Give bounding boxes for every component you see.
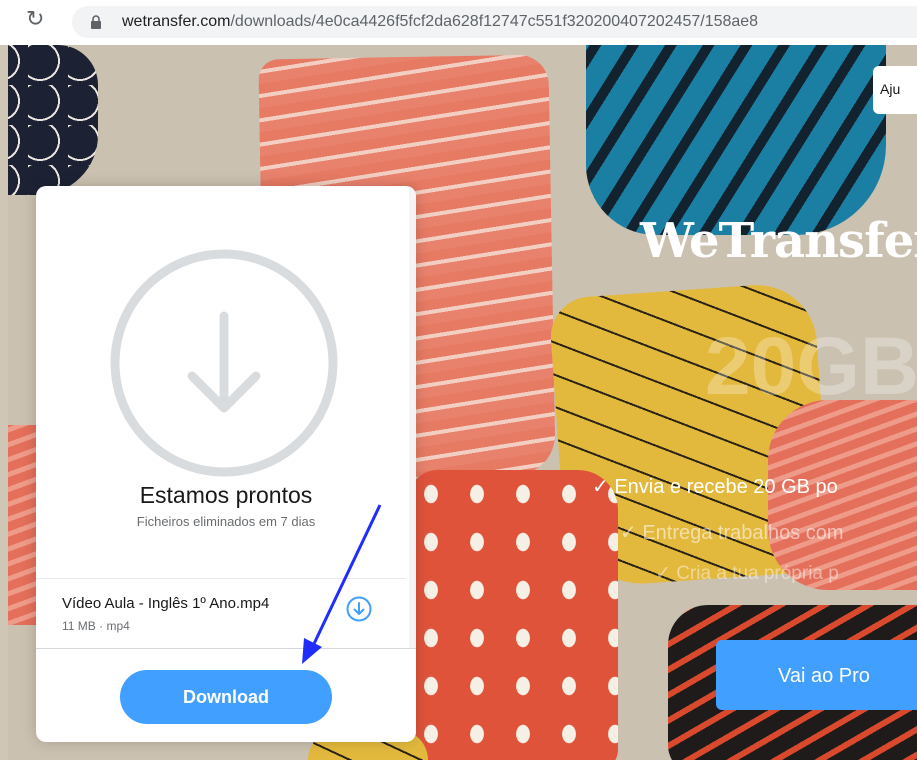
wetransfer-logo: WeTransfer	[640, 213, 917, 269]
art-red-dots	[408, 470, 618, 760]
promo-bullet-1: ✓ Envia e recebe 20 GB po	[592, 476, 838, 498]
file-meta: 11 MB · mp4	[62, 619, 130, 633]
promo-big-text: 20GB	[705, 321, 917, 412]
help-button[interactable]: Aju	[873, 66, 917, 114]
download-panel: Estamos prontos Ficheiros eliminados em …	[36, 186, 416, 742]
expiry-note: Ficheiros eliminados em 7 dias	[136, 514, 316, 529]
reload-icon[interactable]: ↻	[26, 9, 48, 31]
art-blue-stripes	[586, 45, 886, 235]
promo-bullet-2: ✓ Entrega trabalhos com	[620, 522, 844, 544]
divider	[36, 648, 416, 649]
lock-icon	[91, 15, 101, 29]
download-button[interactable]: Download	[120, 670, 332, 724]
browser-toolbar: ↻ wetransfer.com/downloads/4e0ca4426f5fc…	[0, 0, 917, 45]
address-bar[interactable]: wetransfer.com/downloads/4e0ca4426f5fcf2…	[72, 6, 917, 38]
file-name: Vídeo Aula - Inglês 1º Ano.mp4	[62, 595, 270, 612]
url-text: wetransfer.com/downloads/4e0ca4426f5fcf2…	[122, 13, 758, 31]
divider	[36, 578, 406, 579]
promo-bullet-3: ✓ Cria a tua própria p	[655, 563, 839, 584]
download-progress-icon	[110, 249, 338, 477]
art-swirl-top-left	[8, 45, 98, 195]
url-host: wetransfer.com	[122, 13, 231, 30]
go-pro-button[interactable]: Vai ao Pro	[716, 640, 917, 710]
file-download-icon[interactable]	[346, 596, 372, 622]
file-list-scrollbar[interactable]	[409, 186, 416, 648]
art-coral-left	[8, 425, 38, 625]
ready-title: Estamos prontos	[139, 482, 313, 508]
url-path: /downloads/4e0ca4426f5fcf2da628f12747c55…	[230, 13, 759, 30]
